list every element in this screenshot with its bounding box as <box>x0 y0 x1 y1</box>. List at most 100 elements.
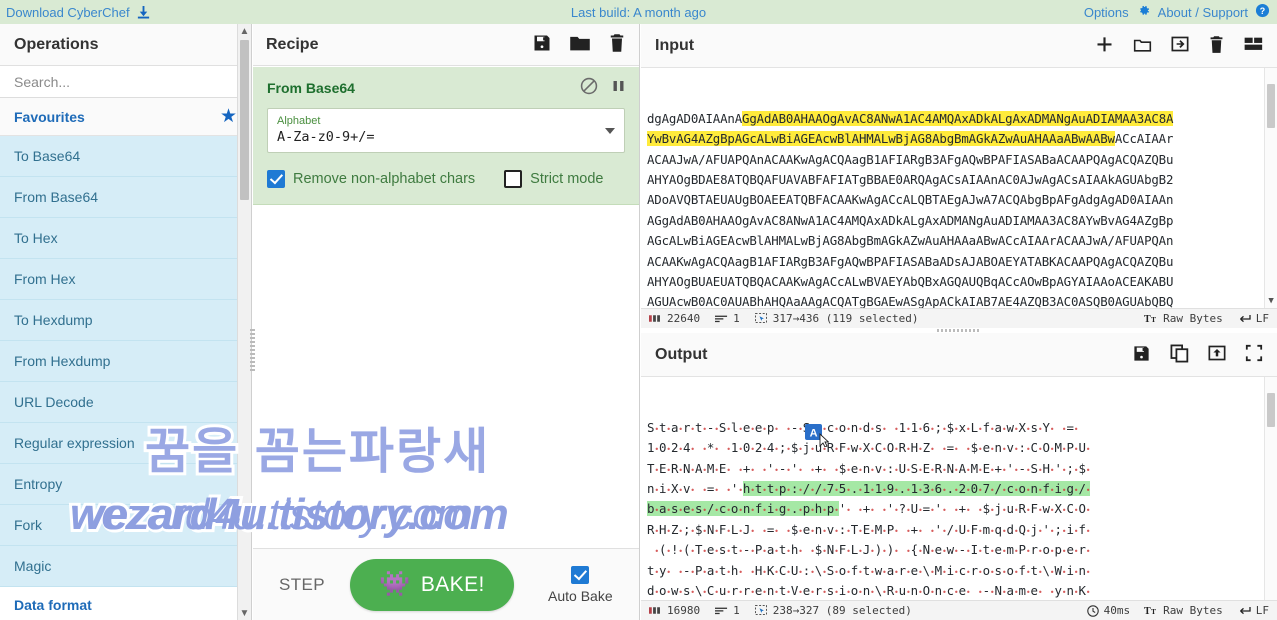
load-recipe-icon[interactable] <box>569 33 591 56</box>
svg-text:T: T <box>1151 315 1156 324</box>
input-textarea[interactable]: dgAgAD0AIAAnAGgAdAB0AHAAOgAvAC8ANwA1AC4A… <box>641 68 1277 308</box>
recipe-panel: Recipe From Base64 Alphabet A-Za-z0-9+/=… <box>250 24 640 620</box>
open-input-icon[interactable] <box>1171 35 1189 56</box>
scrollbar-thumb[interactable] <box>240 40 249 200</box>
auto-bake-toggle[interactable]: Auto Bake <box>548 565 613 604</box>
checkbox-checked-icon[interactable] <box>267 170 285 188</box>
copy-output-icon[interactable] <box>1170 344 1189 366</box>
operations-category-data-format[interactable]: Data format <box>0 587 251 620</box>
clear-recipe-icon[interactable] <box>608 33 626 56</box>
input-header: Input <box>641 24 1277 68</box>
operations-search[interactable] <box>0 66 251 98</box>
output-scrollbar-thumb[interactable] <box>1267 393 1275 427</box>
reset-pane-layout-icon[interactable] <box>1244 36 1263 55</box>
maximise-output-icon[interactable] <box>1245 344 1263 365</box>
favourites-label: Favourites <box>14 108 85 125</box>
recipe-splitter-handle[interactable] <box>250 329 255 373</box>
output-bake-time: 40ms <box>1086 604 1130 617</box>
save-output-icon[interactable] <box>1132 344 1151 366</box>
chevron-down-icon[interactable] <box>605 127 615 134</box>
output-encoding-value: Raw Bytes <box>1163 604 1223 617</box>
options-link[interactable]: Options <box>1084 5 1129 20</box>
auto-bake-label: Auto Bake <box>548 587 613 604</box>
open-folder-icon[interactable] <box>1133 36 1152 56</box>
operation-item[interactable]: Magic <box>0 546 251 587</box>
top-banner: Download CyberChef Last build: A month a… <box>0 0 1277 24</box>
recipe-operation-from-base64[interactable]: From Base64 Alphabet A-Za-z0-9+/= Remove… <box>253 67 639 205</box>
gear-icon[interactable] <box>1136 3 1151 21</box>
scroll-down-icon[interactable]: ▼ <box>238 606 251 620</box>
favourites-header[interactable]: Favourites ★ <box>0 98 251 136</box>
input-line: AGcALwBiAGEAcwBlAHMALwBjAG8AbgBmAGkAZwAu… <box>647 233 1174 249</box>
output-line: n•i•X•v• •=• •'•h•t•t•p•:•/•/•7•5•.•1•1•… <box>647 480 1091 496</box>
remove-non-alphabet-chars-checkbox[interactable]: Remove non-alphabet chars <box>267 170 475 188</box>
input-selection-value: 317→436 (119 selected) <box>772 312 919 325</box>
operation-item[interactable]: Regular expression <box>0 423 251 464</box>
remove-non-alphabet-chars-label: Remove non-alphabet chars <box>293 171 476 187</box>
input-line: AHYAOgBUAEUATQBQACAAKwAgACcALwBVAEYAbQBx… <box>647 273 1174 289</box>
auto-bake-checkbox[interactable] <box>571 565 590 584</box>
input-line: ACAAKwAgACQAagB1AFIARgB3AFgAQwBPAFIASABa… <box>647 253 1174 269</box>
output-encoding[interactable]: TT Raw Bytes <box>1144 604 1223 617</box>
input-scroll-down-icon[interactable]: ▼ <box>1265 295 1277 308</box>
clear-input-icon[interactable] <box>1208 35 1225 57</box>
input-scrollbar[interactable]: ▲ ▼ <box>1264 68 1277 308</box>
operation-item[interactable]: URL Decode <box>0 382 251 423</box>
operations-scrollbar[interactable]: ▲ ▼ <box>237 24 251 620</box>
output-line: b•a•s•e•s•/•c•o•n•f•i•g•.•p•h•p•'• •+• •… <box>647 501 1091 517</box>
output-line: d•o•w•s•\•C•u•r•r•e•n•t•V•e•r•s•i•o•n•\•… <box>647 582 1091 598</box>
input-line-ending[interactable]: LF <box>1237 312 1269 325</box>
alphabet-argument[interactable]: Alphabet A-Za-z0-9+/= <box>267 108 625 153</box>
bake-button[interactable]: 👾 BAKE! <box>350 558 515 611</box>
add-input-tab-icon[interactable] <box>1095 35 1114 57</box>
replace-input-icon[interactable] <box>1208 344 1226 365</box>
breakpoint-pause-icon[interactable] <box>612 78 625 97</box>
output-line: •(•!•(•T•e•s•t•-•P•a•t•h• •$•N•F•L•J•)•)… <box>654 542 1091 558</box>
output-selection-highlight: h•t•t•p•:•/•/•7•5•.•1•1•9•.•1•3•6•.•2•0•… <box>742 480 1091 496</box>
save-recipe-icon[interactable] <box>532 33 552 56</box>
operation-name: From Base64 <box>267 79 355 96</box>
output-line: R•H•Z•;•$•N•F•L•J• •=• •$•e•n•v•:•T•E•M•… <box>647 521 1091 537</box>
help-circle-icon[interactable]: ? <box>1255 3 1270 21</box>
svg-text:A: A <box>810 428 818 440</box>
operation-item[interactable]: To Hex <box>0 218 251 259</box>
operation-item[interactable]: Fork <box>0 505 251 546</box>
step-button[interactable]: STEP <box>279 575 325 595</box>
download-icon[interactable] <box>136 5 151 20</box>
output-title: Output <box>655 345 708 363</box>
input-encoding[interactable]: TT Raw Bytes <box>1144 312 1223 325</box>
svg-text:T: T <box>1144 314 1151 324</box>
operation-item[interactable]: From Base64 <box>0 177 251 218</box>
input-line: ADoAVQBTAEUAUgBOAEEATQBFACAAKwAgACcALQBT… <box>647 192 1174 208</box>
search-input[interactable] <box>0 66 251 97</box>
checkbox-unchecked-icon[interactable] <box>504 170 523 188</box>
character-count-icon <box>649 606 662 615</box>
output-textarea[interactable]: S•t•a•r•t•-•S•l•e•e•p• •-•S•e•c•o•n•d•s•… <box>641 377 1277 615</box>
output-selection-highlight: b•a•s•e•s•/•c•o•n•f•i•g•.•p•h•p• <box>647 501 839 517</box>
svg-text:T: T <box>1151 607 1156 616</box>
input-selection-highlight: GgAdAB0AHAAOgAvAC8ANwA1AC4AMQAxADkALgAxA… <box>742 110 1174 126</box>
output-scrollbar[interactable]: ▲ ▼ <box>1264 377 1277 615</box>
strict-mode-checkbox[interactable]: Strict mode <box>504 170 604 188</box>
operation-item[interactable]: To Base64 <box>0 136 251 177</box>
download-cyberchef-link[interactable]: Download CyberChef <box>6 5 130 20</box>
operation-item[interactable]: To Hexdump <box>0 300 251 341</box>
scroll-up-icon[interactable]: ▲ <box>238 24 251 38</box>
selection-icon <box>754 605 768 616</box>
about-support-link[interactable]: About / Support <box>1158 5 1248 20</box>
operation-item[interactable]: From Hexdump <box>0 341 251 382</box>
output-status-bar: 16980 1 238→327 (89 selected) 40ms T T R… <box>641 600 1277 620</box>
chef-icon: 👾 <box>379 570 411 598</box>
input-selection: 317→436 (119 selected) <box>754 312 919 325</box>
output-line-ending[interactable]: LF <box>1237 604 1269 617</box>
input-line: AGgAdAB0AHAAOgAvAC8ANwA1AC4AMQAxADkALgAx… <box>647 212 1174 228</box>
disable-icon[interactable] <box>580 77 598 98</box>
operation-item[interactable]: From Hex <box>0 259 251 300</box>
input-scrollbar-thumb[interactable] <box>1267 84 1275 128</box>
operation-item[interactable]: Entropy <box>0 464 251 505</box>
star-icon: ★ <box>219 106 237 127</box>
alphabet-value[interactable]: A-Za-z0-9+/= <box>277 128 615 146</box>
input-line: YwBvAG4AZgBpAGcALwBiAGEAcwBlAHMALwBjAG8A… <box>647 131 1174 147</box>
input-line: dgAgAD0AIAAnAGgAdAB0AHAAOgAvAC8ANwA1AC4A… <box>647 110 1174 126</box>
text-encoding-icon: TT <box>1144 605 1158 616</box>
